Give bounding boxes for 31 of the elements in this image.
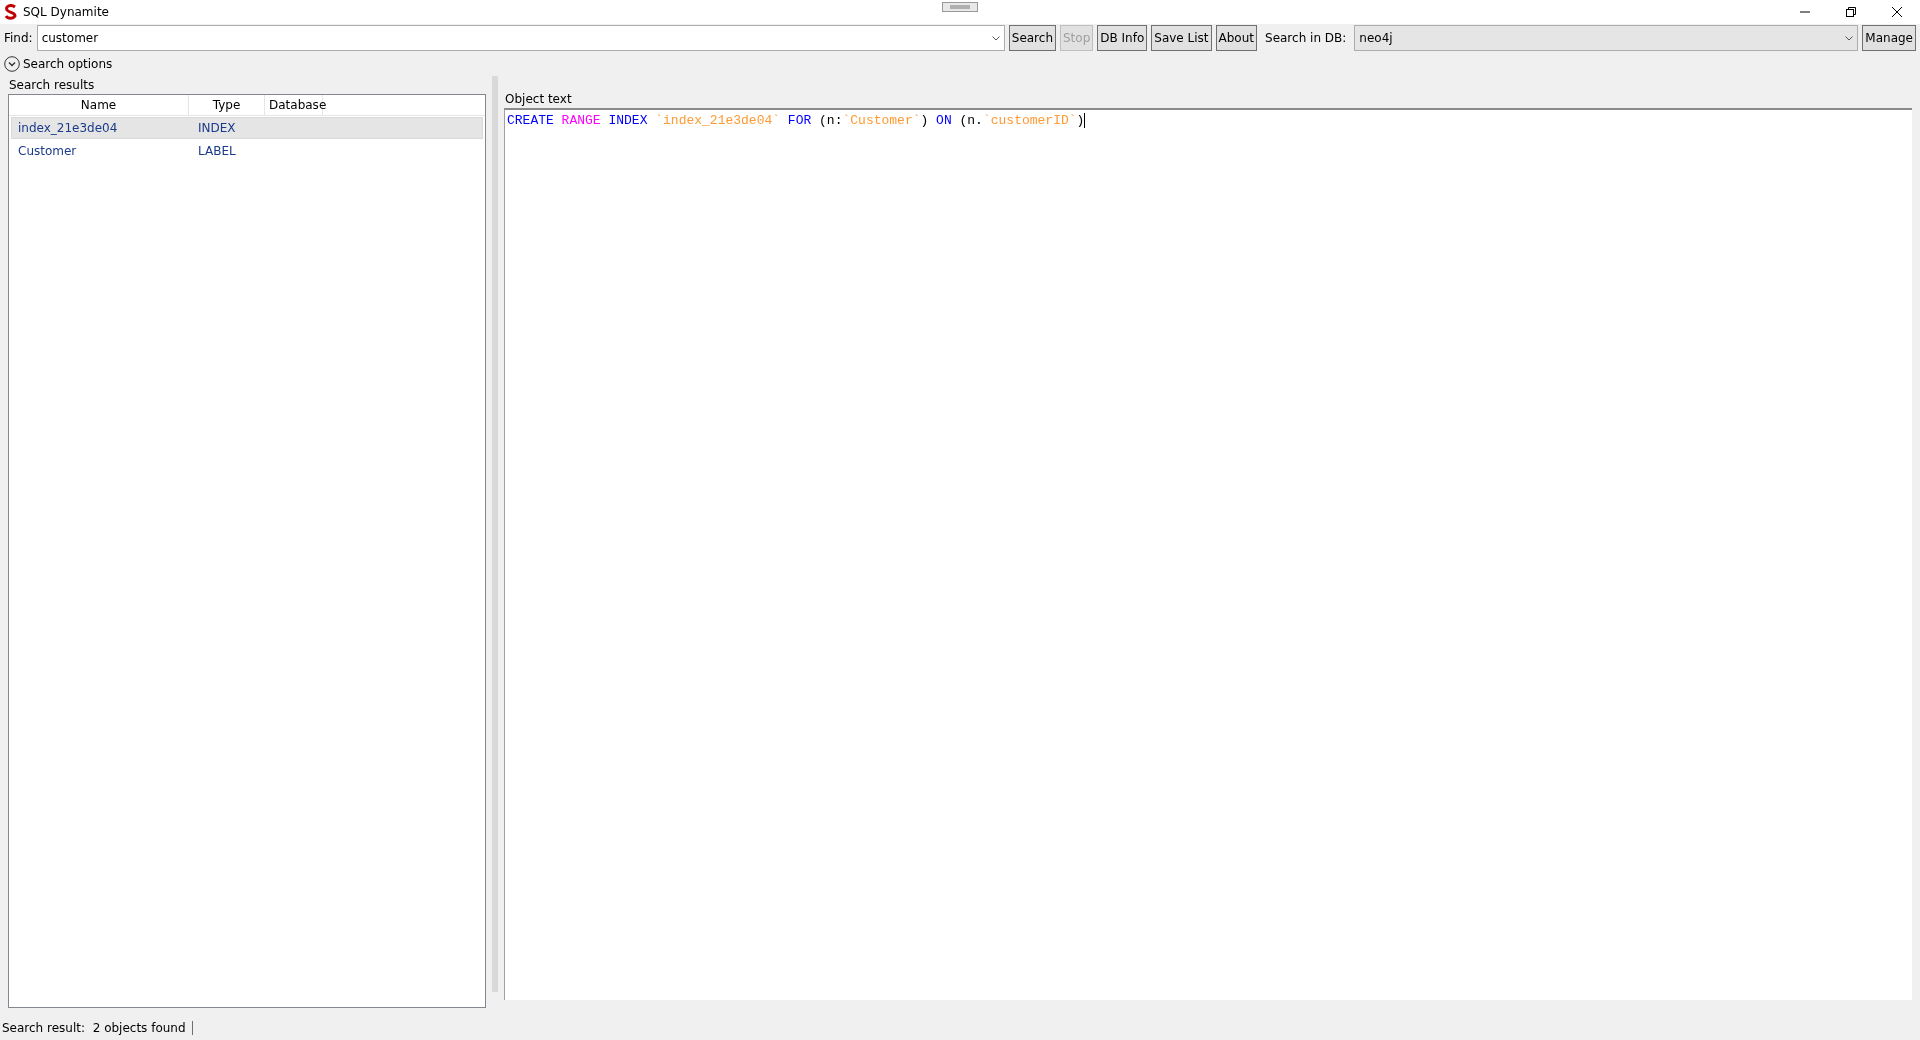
find-field[interactable]: customer — [36, 25, 1005, 51]
type-cell-text: LABEL — [197, 144, 237, 158]
name-cell-text: index_21e3de04 — [17, 121, 119, 135]
name-cell-text: Customer — [17, 144, 78, 158]
chevron-down-icon — [1845, 35, 1854, 41]
toolbar-button[interactable]: Save List — [1151, 25, 1212, 51]
code-line: CREATE RANGE INDEX `index_21e3de04` FOR (n:`Customer`) ON (n.`customerID`) — [507, 113, 1085, 128]
chevron-down-icon — [991, 35, 1000, 41]
search-results-label: Search results — [8, 77, 96, 94]
restore-icon — [1846, 7, 1856, 17]
chevron-down-icon — [4, 56, 20, 72]
close-icon — [1892, 7, 1902, 17]
find-label: Find: — [4, 31, 33, 45]
status-text: Search result: 2 objects found — [2, 1021, 193, 1035]
app-logo-icon — [3, 4, 19, 20]
result-row[interactable]: Customer LABEL — [11, 140, 483, 162]
type-cell-text: INDEX — [197, 121, 237, 135]
manage-button[interactable]: Manage — [1862, 25, 1916, 51]
drag-handle-icon[interactable] — [942, 2, 978, 12]
window-title: SQL Dynamite — [23, 5, 109, 19]
toolbar-button[interactable]: About — [1215, 25, 1257, 51]
result-row[interactable]: index_21e3de04 INDEX — [11, 117, 483, 139]
toolbar-button[interactable]: DB Info — [1097, 25, 1148, 51]
toolbar-button[interactable]: Search — [1008, 25, 1056, 51]
search-in-db-label: Search in DB: — [1265, 31, 1347, 45]
column-header[interactable]: Type — [189, 95, 265, 115]
database-dropdown[interactable]: neo4j — [1354, 25, 1859, 51]
column-header[interactable]: Name — [9, 95, 189, 115]
search-options-toggle[interactable]: Search options — [4, 56, 113, 72]
code-editor[interactable]: CREATE RANGE INDEX `index_21e3de04` FOR (n:`Customer`) ON (n.`customerID`) — [504, 108, 1912, 1000]
object-text-label: Object text — [504, 91, 573, 108]
